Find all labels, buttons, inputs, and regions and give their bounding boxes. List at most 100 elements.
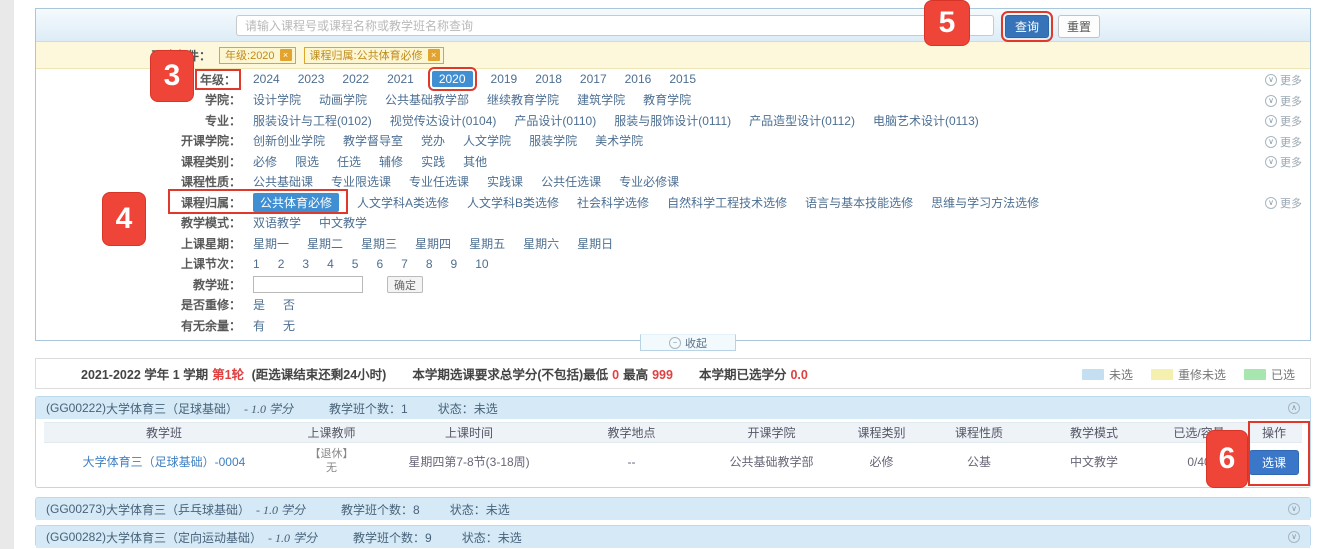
filter-option[interactable]: 中文教学 [319, 214, 367, 231]
filter-option[interactable]: 专业限选课 [331, 173, 391, 190]
filter-option[interactable]: 有 [253, 317, 265, 334]
filter-option[interactable]: 辅修 [379, 153, 403, 170]
filter-option[interactable]: 必修 [253, 153, 277, 170]
filter-option[interactable]: 实践课 [487, 173, 523, 190]
filter-option[interactable]: 2015 [669, 72, 696, 86]
filter-option[interactable]: 美术学院 [595, 132, 643, 149]
course-section-header[interactable]: (GG00222)大学体育三（足球基础）- 1.0 学分教学班个数：1状态：未选… [36, 397, 1310, 419]
filter-option[interactable]: 是 [253, 296, 265, 313]
filter-option[interactable]: 语言与基本技能选修 [805, 194, 913, 211]
action-cell: 选课 [1244, 450, 1304, 475]
filter-option[interactable]: 自然科学工程技术选修 [667, 194, 787, 211]
filter-option[interactable]: 人文学科B类选修 [467, 194, 559, 211]
course-section-header[interactable]: (GG00282)大学体育三（定向运动基础）- 1.0 学分教学班个数：9状态：… [36, 526, 1310, 548]
filter-option[interactable]: 设计学院 [253, 91, 301, 108]
filter-option[interactable]: 公共基础教学部 [385, 91, 469, 108]
filter-option[interactable]: 无 [283, 317, 295, 334]
filter-option-selected[interactable]: 公共体育必修 [253, 193, 339, 212]
remove-filter-icon[interactable]: × [280, 49, 292, 61]
filter-option[interactable]: 8 [426, 257, 433, 271]
filter-option[interactable]: 2024 [253, 72, 280, 86]
filter-option[interactable]: 3 [302, 257, 309, 271]
filter-option[interactable]: 建筑学院 [577, 91, 625, 108]
chevron-up-icon[interactable]: ∧ [1288, 402, 1300, 414]
filter-option[interactable]: 双语教学 [253, 214, 301, 231]
select-course-button[interactable]: 选课 [1249, 450, 1299, 475]
more-link[interactable]: ∨更多 [1265, 195, 1302, 211]
filter-option[interactable]: 专业必修课 [619, 173, 679, 190]
more-link[interactable]: ∨更多 [1265, 72, 1302, 88]
query-button[interactable]: 查询 [1005, 15, 1049, 38]
filter-option[interactable]: 星期四 [415, 235, 451, 252]
search-input[interactable] [236, 15, 994, 36]
filter-option[interactable]: 5 [352, 257, 359, 271]
filter-option[interactable]: 其他 [463, 153, 487, 170]
filter-option[interactable]: 人文学院 [463, 132, 511, 149]
filter-option[interactable]: 星期二 [307, 235, 343, 252]
filter-option[interactable]: 10 [475, 257, 488, 271]
filter-option[interactable]: 继续教育学院 [487, 91, 559, 108]
class-place: -- [559, 455, 704, 470]
class-name-link[interactable]: 大学体育三（足球基础）-0004 [44, 455, 284, 470]
filter-option[interactable]: 2022 [342, 72, 369, 86]
filter-option[interactable]: 星期一 [253, 235, 289, 252]
filter-option[interactable]: 2017 [580, 72, 607, 86]
class-count: 教学班个数：9 [353, 529, 432, 546]
filter-option[interactable]: 社会科学选修 [577, 194, 649, 211]
filter-option[interactable]: 2019 [491, 72, 518, 86]
filter-option[interactable]: 限选 [295, 153, 319, 170]
filter-option[interactable]: 教育学院 [643, 91, 691, 108]
remove-filter-icon[interactable]: × [428, 49, 440, 61]
collapse-panel-tab[interactable]: − 收起 [640, 334, 736, 351]
filter-option[interactable]: 任选 [337, 153, 361, 170]
class-number-input[interactable] [253, 276, 363, 293]
filter-option[interactable]: 星期三 [361, 235, 397, 252]
filter-option[interactable]: 公共任选课 [541, 173, 601, 190]
filter-option[interactable]: 2021 [387, 72, 414, 86]
filter-row: 学院：设计学院动画学院公共基础教学部继续教育学院建筑学院教育学院∨更多 [36, 90, 1310, 111]
filter-option[interactable]: 思维与学习方法选修 [931, 194, 1039, 211]
filter-option[interactable]: 6 [376, 257, 383, 271]
filter-options: 双语教学 中文教学 [253, 214, 367, 231]
more-link[interactable]: ∨更多 [1265, 113, 1302, 129]
course-section-header[interactable]: (GG00273)大学体育三（乒乓球基础）- 1.0 学分教学班个数：8状态：未… [36, 498, 1310, 520]
filter-option[interactable]: 服装学院 [529, 132, 577, 149]
filter-option[interactable]: 2023 [298, 72, 325, 86]
more-link[interactable]: ∨更多 [1265, 93, 1302, 109]
filter-option[interactable]: 人文学科A类选修 [357, 194, 449, 211]
filter-option[interactable]: 产品造型设计(0112) [749, 112, 855, 129]
filter-option[interactable]: 服装设计与工程(0102) [253, 112, 372, 129]
selected-filter-tag[interactable]: 年级:2020× [219, 47, 296, 64]
filter-option[interactable]: 公共基础课 [253, 173, 313, 190]
filter-option[interactable]: 实践 [421, 153, 445, 170]
filter-option[interactable]: 2 [278, 257, 285, 271]
filter-option[interactable]: 2016 [625, 72, 652, 86]
filter-option[interactable]: 创新创业学院 [253, 132, 325, 149]
filter-option-selected[interactable]: 2020 [432, 71, 473, 87]
more-link[interactable]: ∨更多 [1265, 134, 1302, 150]
filter-option[interactable]: 9 [451, 257, 458, 271]
chevron-down-icon[interactable]: ∨ [1288, 531, 1300, 543]
chevron-down-icon[interactable]: ∨ [1288, 503, 1300, 515]
filter-option[interactable]: 1 [253, 257, 260, 271]
filter-option[interactable]: 党办 [421, 132, 445, 149]
selected-filter-tag[interactable]: 课程归属:公共体育必修× [304, 47, 444, 64]
more-link[interactable]: ∨更多 [1265, 154, 1302, 170]
filter-option[interactable]: 星期日 [577, 235, 613, 252]
filter-option[interactable]: 产品设计(0110) [514, 112, 596, 129]
filter-option[interactable]: 专业任选课 [409, 173, 469, 190]
confirm-button[interactable]: 确定 [387, 276, 423, 293]
filter-option[interactable]: 服装与服饰设计(0111) [614, 112, 731, 129]
filter-option[interactable]: 视觉传达设计(0104) [390, 112, 497, 129]
filter-option[interactable]: 星期五 [469, 235, 505, 252]
filter-label: 课程性质： [36, 173, 241, 190]
filter-option[interactable]: 星期六 [523, 235, 559, 252]
reset-button[interactable]: 重置 [1058, 15, 1100, 38]
filter-option[interactable]: 2018 [535, 72, 562, 86]
filter-option[interactable]: 电脑艺术设计(0113) [873, 112, 979, 129]
filter-option[interactable]: 动画学院 [319, 91, 367, 108]
filter-option[interactable]: 7 [401, 257, 408, 271]
filter-option[interactable]: 教学督导室 [343, 132, 403, 149]
filter-option[interactable]: 4 [327, 257, 334, 271]
filter-option[interactable]: 否 [283, 296, 295, 313]
